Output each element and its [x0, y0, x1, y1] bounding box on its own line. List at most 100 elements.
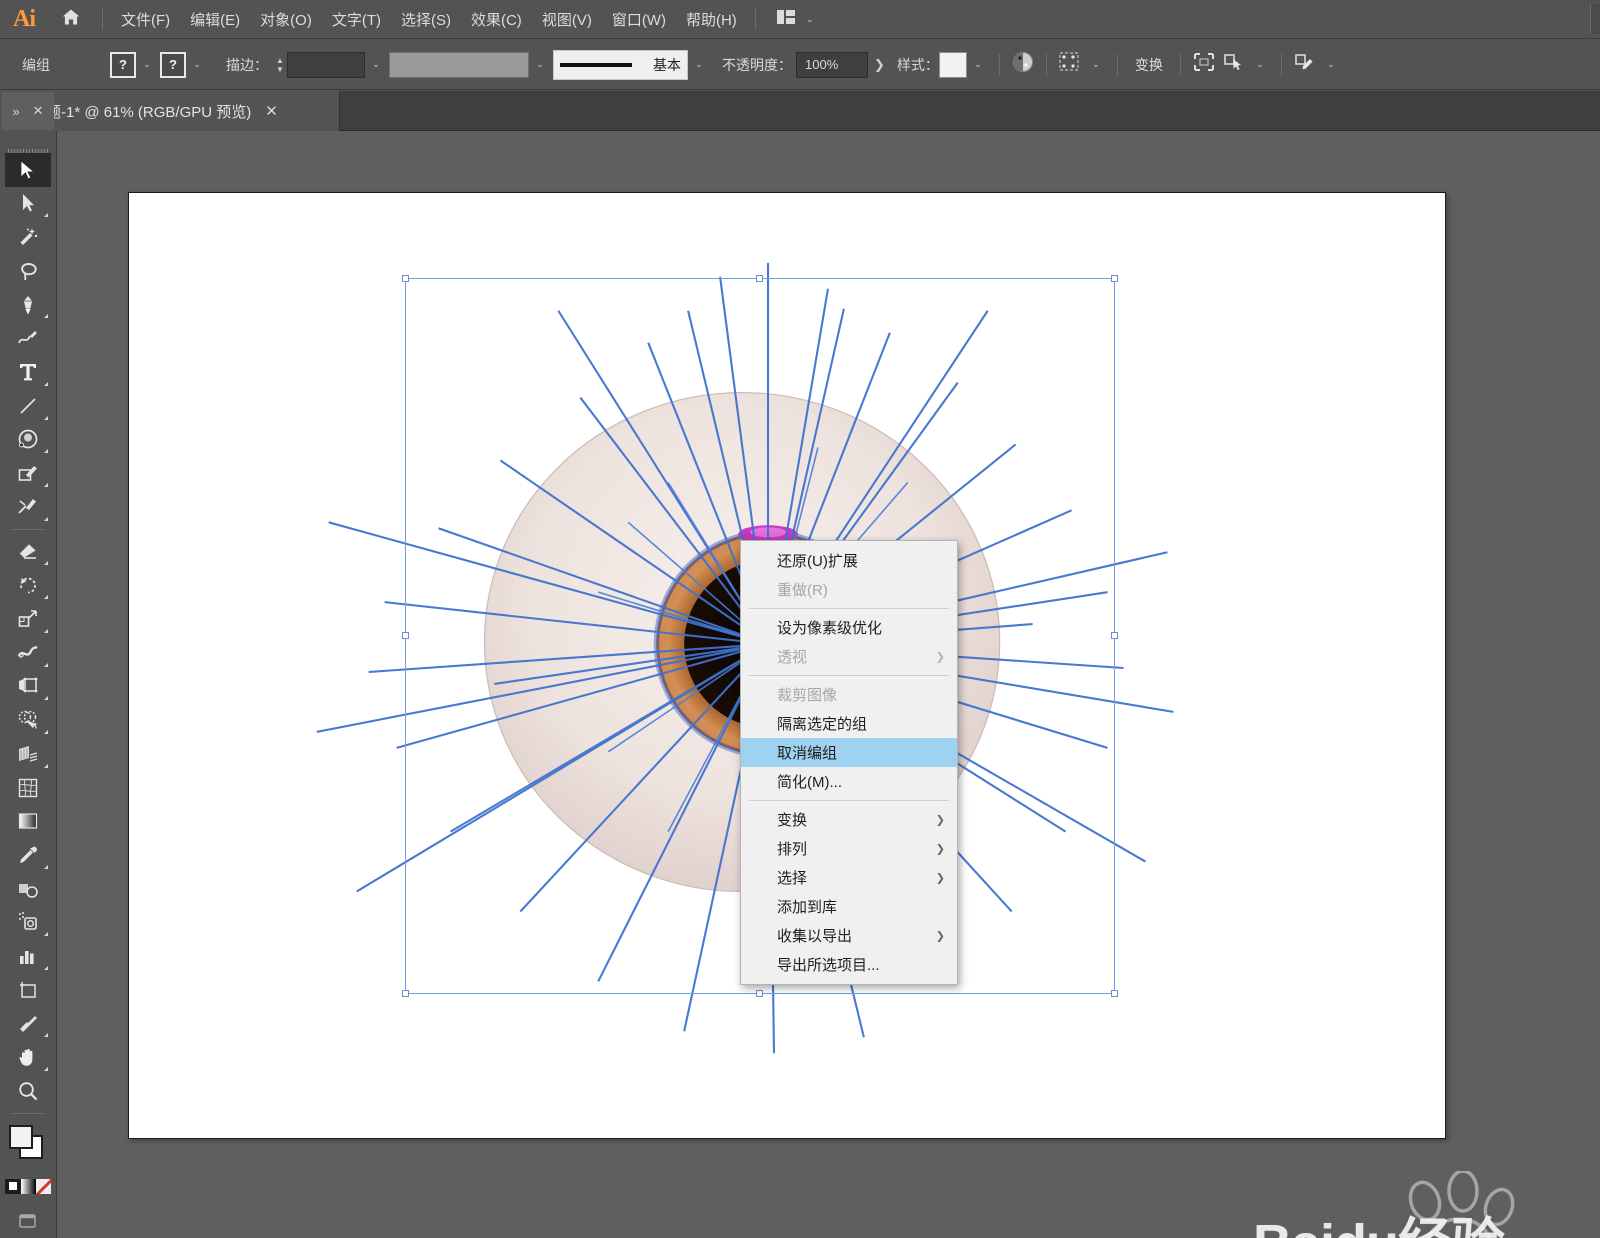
tool-flyout-indicator: [44, 415, 48, 420]
tool-type[interactable]: [5, 355, 51, 389]
variable-width-caret-icon[interactable]: ⌄: [532, 59, 548, 70]
tool-free-transform[interactable]: [5, 670, 51, 704]
ctx-isolate-group[interactable]: 隔离选定的组: [741, 709, 957, 738]
ctx-perspective-label: 透视: [777, 649, 808, 666]
menu-window[interactable]: 窗口(W): [602, 5, 676, 34]
edit-toolbar-button[interactable]: [1290, 50, 1320, 80]
canvas-area[interactable]: Baidu经验 jingyan.baidu.com 湖南龙网 还原(U)扩展 重…: [57, 131, 1600, 1238]
stroke-weight-input[interactable]: [287, 51, 365, 78]
tool-ellipse[interactable]: [5, 423, 51, 457]
submenu-arrow-icon: ❯: [935, 651, 945, 663]
align-icon: [1059, 52, 1081, 77]
menu-file[interactable]: 文件(F): [111, 5, 180, 34]
brush-definition-select[interactable]: 基本: [553, 49, 688, 80]
ctx-select[interactable]: 选择 ❯: [741, 863, 957, 892]
transform-button[interactable]: 变换: [1126, 51, 1172, 79]
control-separator-3: [1116, 53, 1118, 76]
menu-help[interactable]: 帮助(H): [676, 5, 747, 34]
ctx-transform[interactable]: 变换 ❯: [741, 805, 957, 834]
app-logo-text: Ai: [13, 5, 36, 32]
opacity-options-icon[interactable]: ❯: [874, 57, 885, 73]
tool-selection[interactable]: [5, 152, 51, 187]
menu-object[interactable]: 对象(O): [250, 5, 322, 34]
tool-pen[interactable]: [5, 288, 51, 322]
stroke-weight-stepper[interactable]: ▲ ▼: [273, 52, 287, 78]
variable-width-profile-input[interactable]: [389, 51, 529, 78]
tool-flyout-indicator: [44, 628, 48, 633]
ctx-collect-for-export[interactable]: 收集以导出 ❯: [741, 921, 957, 950]
color-mode-icon: [9, 1182, 17, 1191]
tool-zoom[interactable]: [5, 1074, 51, 1108]
stroke-weight-caret-icon[interactable]: ⌄: [368, 59, 384, 70]
align-button[interactable]: [1055, 50, 1085, 80]
tool-width[interactable]: [5, 636, 51, 670]
fill-and-stroke-indicator[interactable]: [5, 1123, 51, 1169]
tool-hand[interactable]: [5, 1040, 51, 1074]
tool-blend[interactable]: [5, 872, 51, 906]
tool-paintbrush[interactable]: [5, 456, 51, 490]
recolor-artwork-button[interactable]: [1008, 50, 1038, 80]
tool-flyout-indicator: [44, 966, 48, 971]
tool-gradient[interactable]: [5, 804, 51, 838]
tool-symbol-sprayer[interactable]: [5, 906, 51, 940]
tool-eyedropper[interactable]: [5, 838, 51, 872]
fill-indicator[interactable]: [9, 1124, 33, 1149]
menu-select[interactable]: 选择(S): [391, 5, 461, 34]
menubar-right-edge: [1590, 4, 1600, 34]
fill-color-swatch[interactable]: ?: [110, 51, 136, 78]
tools-panel-header: » ✕: [2, 92, 54, 130]
stroke-color-swatch[interactable]: ?: [160, 51, 186, 78]
home-button[interactable]: [48, 0, 94, 39]
change-screen-mode-button[interactable]: [5, 1204, 51, 1238]
tool-curvature[interactable]: [5, 321, 51, 355]
menu-type[interactable]: 文字(T): [322, 5, 391, 34]
menu-edit[interactable]: 编辑(E): [180, 5, 250, 34]
tool-shape-builder[interactable]: [5, 703, 51, 737]
tool-perspective-grid[interactable]: [5, 737, 51, 771]
color-mode-button[interactable]: [5, 1178, 21, 1195]
tool-magic-wand[interactable]: [5, 220, 51, 254]
stroke-caret-icon[interactable]: ⌄: [189, 59, 205, 70]
graphic-style-swatch[interactable]: [938, 51, 967, 78]
ctx-simplify[interactable]: 简化(M)...: [741, 767, 957, 796]
ctx-arrange[interactable]: 排列 ❯: [741, 834, 957, 863]
tool-mesh[interactable]: [5, 771, 51, 805]
fill-caret-icon[interactable]: ⌄: [139, 59, 155, 70]
opacity-input[interactable]: 100%: [796, 51, 868, 78]
document-tab-close-icon[interactable]: ✕: [265, 102, 278, 120]
arrange-documents-button[interactable]: ⌄: [770, 9, 829, 30]
select-similar-button[interactable]: [1219, 50, 1249, 80]
tool-scale[interactable]: [5, 602, 51, 636]
ctx-add-to-library[interactable]: 添加到库: [741, 892, 957, 921]
tool-line-segment[interactable]: [5, 389, 51, 423]
edit-toolbar-caret-icon[interactable]: ⌄: [1323, 59, 1339, 70]
gradient-mode-button[interactable]: [21, 1178, 36, 1195]
isolate-group-button[interactable]: [1189, 50, 1219, 80]
none-mode-button[interactable]: [36, 1178, 51, 1195]
tool-lasso[interactable]: [5, 254, 51, 288]
brush-definition-caret-icon[interactable]: ⌄: [691, 59, 707, 70]
tool-slice[interactable]: [5, 1007, 51, 1041]
ctx-undo-expand[interactable]: 还原(U)扩展: [741, 546, 957, 575]
align-caret-icon[interactable]: ⌄: [1088, 59, 1104, 70]
collapse-panel-icon[interactable]: »: [12, 104, 19, 119]
menu-view[interactable]: 视图(V): [532, 5, 602, 34]
tool-shaper[interactable]: [5, 490, 51, 524]
ctx-export-selection[interactable]: 导出所选项目...: [741, 950, 957, 979]
select-similar-caret-icon[interactable]: ⌄: [1252, 59, 1268, 70]
graphic-style-caret-icon[interactable]: ⌄: [970, 59, 986, 70]
close-panel-icon[interactable]: ✕: [33, 103, 44, 119]
submenu-arrow-icon: ❯: [935, 872, 945, 884]
tool-artboard[interactable]: [5, 973, 51, 1007]
tools-panel: » ✕: [0, 92, 57, 1238]
context-menu[interactable]: 还原(U)扩展 重做(R) 设为像素级优化 透视 ❯ 裁剪图像 隔离选定的组 取…: [740, 540, 958, 985]
tool-eraser[interactable]: [5, 535, 51, 569]
stroke-weight-label: 描边：: [226, 56, 268, 73]
ctx-ungroup[interactable]: 取消编组: [741, 738, 957, 767]
menu-effect[interactable]: 效果(C): [461, 5, 532, 34]
tool-rotate[interactable]: [5, 568, 51, 602]
ctx-make-pixel-perfect[interactable]: 设为像素级优化: [741, 613, 957, 642]
tool-direct-selection[interactable]: [5, 187, 51, 221]
baidu-watermark-logo: Baidu经验: [1253, 1199, 1505, 1238]
tool-column-graph[interactable]: [5, 939, 51, 973]
